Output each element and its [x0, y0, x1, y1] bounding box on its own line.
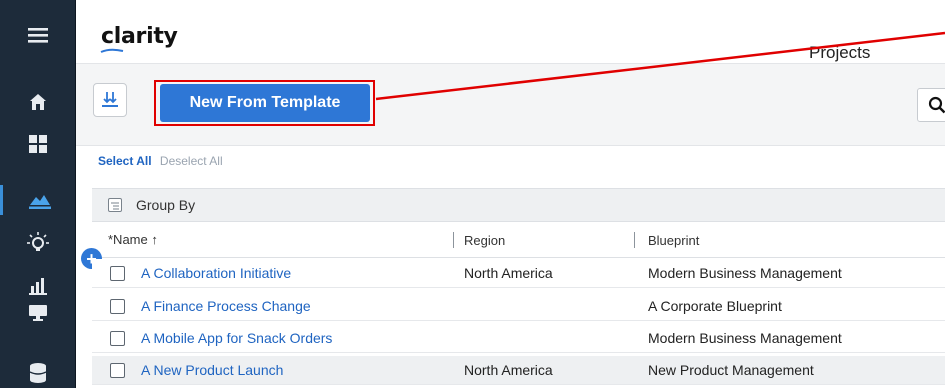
selection-links: Select All Deselect All	[98, 154, 223, 168]
blueprint-cell: New Product Management	[648, 362, 814, 378]
menu-button[interactable]	[0, 20, 76, 50]
deselect-all-link[interactable]: Deselect All	[160, 154, 223, 168]
highlight-annotation-box	[154, 80, 375, 126]
column-resize-handle[interactable]	[453, 232, 454, 248]
column-header-blueprint[interactable]: Blueprint	[648, 233, 699, 248]
search-icon	[928, 96, 945, 114]
project-name-link[interactable]: A Mobile App for Snack Orders	[141, 330, 332, 346]
download-button[interactable]	[93, 83, 127, 117]
left-nav-sidebar	[0, 0, 76, 388]
page-title: Projects	[809, 43, 871, 62]
row-checkbox[interactable]	[110, 299, 125, 314]
nav-projects[interactable]	[0, 185, 76, 215]
clarity-logo[interactable]: clarity	[101, 24, 178, 49]
nav-ideas[interactable]	[0, 228, 76, 258]
table-row[interactable]: A Collaboration Initiative North America…	[92, 259, 945, 288]
grid-icon	[29, 135, 47, 153]
nav-reports[interactable]	[0, 271, 76, 301]
bar-chart-icon	[29, 278, 47, 295]
search-button[interactable]	[917, 88, 945, 122]
table-row[interactable]: A New Product Launch North America New P…	[92, 356, 945, 385]
project-name-link[interactable]: A Finance Process Change	[141, 298, 311, 314]
monitor-icon	[29, 305, 47, 321]
group-by-bar[interactable]: Group By	[92, 188, 945, 222]
lightbulb-icon	[27, 232, 49, 251]
grid-header: *Name ↑ Region Blueprint	[92, 222, 945, 258]
row-checkbox[interactable]	[110, 266, 125, 281]
select-all-link[interactable]: Select All	[98, 154, 152, 168]
nav-data[interactable]	[0, 358, 76, 388]
project-name-link[interactable]: A New Product Launch	[141, 362, 283, 378]
table-row[interactable]: A Mobile App for Snack Orders Modern Bus…	[92, 324, 945, 353]
app-header: clarity Projects	[76, 0, 945, 64]
nav-home[interactable]	[0, 87, 76, 117]
nav-display[interactable]	[0, 298, 76, 328]
column-header-name[interactable]: *Name ↑	[108, 232, 158, 247]
download-icon	[102, 92, 118, 107]
group-by-label: Group By	[136, 197, 196, 213]
mountain-chart-icon	[28, 195, 51, 209]
nav-dashboard[interactable]	[0, 129, 76, 159]
blueprint-cell: Modern Business Management	[648, 265, 842, 281]
row-checkbox[interactable]	[110, 331, 125, 346]
project-name-link[interactable]: A Collaboration Initiative	[141, 265, 291, 281]
region-cell: North America	[464, 362, 553, 378]
toolbar: New From Template	[76, 64, 945, 146]
table-row[interactable]: A Finance Process Change A Corporate Blu…	[92, 292, 945, 321]
logo-swoosh-icon	[100, 48, 124, 53]
home-icon	[30, 94, 46, 110]
region-cell: North America	[464, 265, 553, 281]
column-resize-handle[interactable]	[634, 232, 635, 248]
row-checkbox[interactable]	[110, 363, 125, 378]
hamburger-menu-icon	[28, 28, 48, 43]
blueprint-cell: Modern Business Management	[648, 330, 842, 346]
blueprint-cell: A Corporate Blueprint	[648, 298, 782, 314]
app-window: clarity Projects New From Template Selec…	[0, 0, 945, 388]
group-by-icon	[108, 198, 122, 212]
column-header-region[interactable]: Region	[464, 233, 505, 248]
database-icon	[29, 363, 47, 383]
